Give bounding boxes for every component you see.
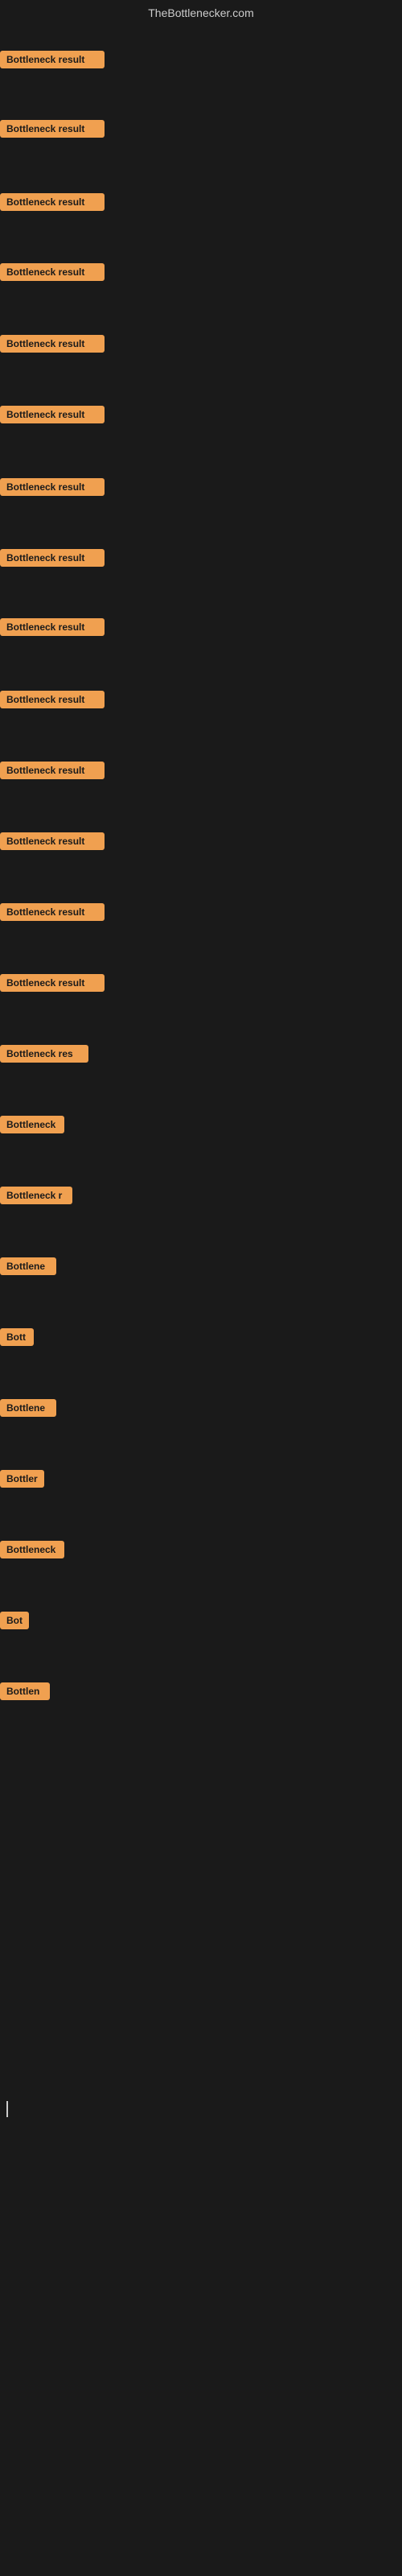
list-item[interactable]: Bottleneck result <box>0 258 105 286</box>
list-item[interactable]: Bottleneck result <box>0 401 105 428</box>
list-item[interactable]: Bottleneck result <box>0 686 105 713</box>
bottleneck-badge: Bottleneck <box>0 1541 64 1558</box>
bottleneck-badge: Bottleneck result <box>0 406 105 423</box>
bottleneck-badge: Bottleneck <box>0 1116 64 1133</box>
bottleneck-badge: Bottlene <box>0 1257 56 1275</box>
list-item[interactable]: Bottleneck result <box>0 757 105 784</box>
list-item[interactable]: Bott <box>0 1323 34 1351</box>
bottleneck-badge: Bottleneck result <box>0 618 105 636</box>
list-item[interactable]: Bottleneck result <box>0 473 105 501</box>
list-item[interactable]: Bottleneck result <box>0 613 105 641</box>
bottleneck-badge: Bottleneck result <box>0 762 105 779</box>
bottleneck-badge: Bottleneck result <box>0 549 105 567</box>
list-item[interactable]: Bottleneck result <box>0 330 105 357</box>
bottleneck-badge: Bottleneck result <box>0 903 105 921</box>
list-item[interactable]: Bot <box>0 1607 29 1634</box>
bottleneck-badge: Bottler <box>0 1470 44 1488</box>
bottleneck-badge: Bottleneck result <box>0 263 105 281</box>
list-item[interactable]: Bottleneck result <box>0 828 105 855</box>
bottleneck-badge: Bottleneck result <box>0 691 105 708</box>
bottleneck-badge: Bottlene <box>0 1399 56 1417</box>
list-item[interactable]: Bottleneck result <box>0 46 105 73</box>
list-item[interactable]: Bottleneck result <box>0 188 105 216</box>
bottleneck-badge: Bottleneck result <box>0 120 105 138</box>
list-item[interactable]: Bottleneck result <box>0 969 105 997</box>
bottleneck-badge: Bottleneck result <box>0 832 105 850</box>
bottleneck-badge: Bot <box>0 1612 29 1629</box>
list-item[interactable]: Bottleneck r <box>0 1182 72 1209</box>
list-item[interactable]: Bottlene <box>0 1253 56 1280</box>
bottleneck-badge: Bottleneck r <box>0 1187 72 1204</box>
list-item[interactable]: Bottler <box>0 1465 44 1492</box>
list-item[interactable]: Bottlen <box>0 1678 50 1705</box>
bottleneck-list <box>0 23 402 26</box>
list-item[interactable]: Bottlene <box>0 1394 56 1422</box>
list-item[interactable]: Bottleneck result <box>0 544 105 572</box>
bottleneck-badge: Bottleneck result <box>0 51 105 68</box>
list-item[interactable]: Bottleneck result <box>0 898 105 926</box>
bottleneck-badge: Bottleneck res <box>0 1045 88 1063</box>
bottleneck-badge: Bottleneck result <box>0 193 105 211</box>
list-item[interactable]: Bottleneck result <box>0 115 105 142</box>
bottleneck-badge: Bottlen <box>0 1682 50 1700</box>
bottleneck-badge: Bott <box>0 1328 34 1346</box>
site-title: TheBottlenecker.com <box>0 0 402 23</box>
site-header: TheBottlenecker.com <box>0 0 402 23</box>
list-item[interactable]: Bottleneck <box>0 1111 64 1138</box>
bottleneck-badge: Bottleneck result <box>0 335 105 353</box>
list-item[interactable]: Bottleneck res <box>0 1040 88 1067</box>
cursor-line <box>6 2101 8 2117</box>
list-item[interactable]: Bottleneck <box>0 1536 64 1563</box>
bottleneck-badge: Bottleneck result <box>0 478 105 496</box>
bottleneck-badge: Bottleneck result <box>0 974 105 992</box>
